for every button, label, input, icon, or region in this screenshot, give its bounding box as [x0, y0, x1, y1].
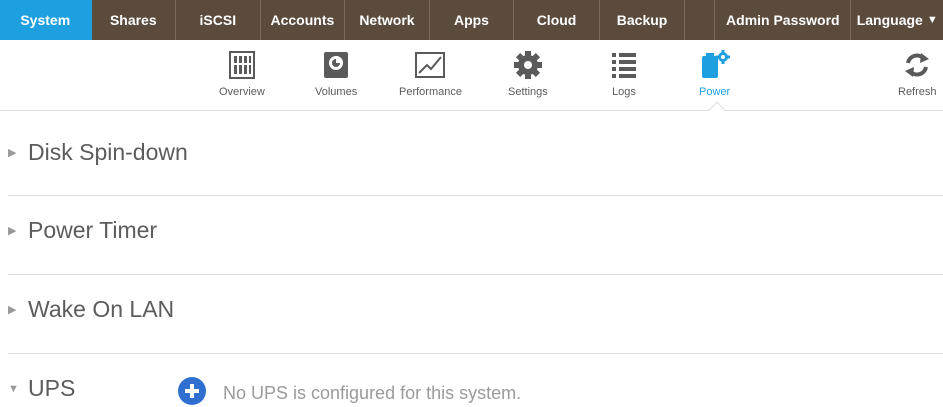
- refresh-icon: [902, 48, 932, 82]
- subnav-settings[interactable]: Settings: [508, 48, 548, 98]
- subnav-label: Logs: [612, 86, 636, 98]
- volumes-icon: [321, 48, 351, 82]
- tab-label: System: [20, 12, 71, 28]
- tab-cloud[interactable]: Cloud: [514, 0, 600, 40]
- subnav-performance[interactable]: Performance: [399, 48, 462, 98]
- tab-label: Shares: [109, 12, 157, 28]
- tab-shares[interactable]: Shares: [92, 0, 177, 40]
- tab-language[interactable]: Language ▼: [851, 0, 943, 40]
- tab-backup[interactable]: Backup: [600, 0, 686, 40]
- subnav-label: Settings: [508, 86, 548, 98]
- tab-label: Cloud: [536, 12, 577, 28]
- tab-apps[interactable]: Apps: [430, 0, 515, 40]
- tab-admin-password[interactable]: Admin Password: [715, 0, 852, 40]
- section-wake-on-lan[interactable]: ▶ Wake On LAN: [8, 296, 943, 323]
- divider: [8, 195, 943, 196]
- sub-nav: Overview Volumes Performance Settings Lo…: [0, 40, 943, 110]
- subnav-label: Power: [699, 86, 731, 98]
- section-title: Disk Spin-down: [28, 139, 188, 165]
- divider: [8, 274, 943, 275]
- caret-down-icon: ▼: [926, 14, 938, 26]
- expanded-arrow-icon: ▼: [8, 382, 19, 395]
- tab-label: Apps: [453, 12, 489, 28]
- subnav-divider: [0, 110, 943, 111]
- collapsed-arrow-icon: ▶: [8, 147, 17, 159]
- collapsed-arrow-icon: ▶: [8, 225, 17, 237]
- ups-status-message: No UPS is configured for this system.: [223, 383, 522, 403]
- tab-system[interactable]: System: [0, 0, 92, 40]
- subnav-label: Volumes: [315, 86, 358, 98]
- plus-circle-icon[interactable]: [178, 377, 206, 405]
- power-icon: [700, 48, 730, 82]
- subnav-power[interactable]: Power: [699, 48, 730, 98]
- tab-blank[interactable]: [685, 0, 716, 40]
- tab-label: Accounts: [270, 12, 335, 28]
- subnav-logs[interactable]: Logs: [609, 48, 639, 98]
- tab-label: Network: [359, 12, 415, 28]
- subnav-volumes[interactable]: Volumes: [315, 48, 357, 98]
- tab-label: Backup: [616, 12, 668, 28]
- section-disk-spin-down[interactable]: ▶ Disk Spin-down: [8, 139, 943, 166]
- subnav-refresh[interactable]: Refresh: [898, 48, 937, 98]
- list-icon: [609, 48, 639, 82]
- section-title: Power Timer: [28, 217, 158, 243]
- tab-network[interactable]: Network: [345, 0, 430, 40]
- tab-label: iSCSI: [199, 12, 237, 28]
- tab-label: Language: [856, 12, 923, 28]
- section-title: Wake On LAN: [28, 296, 175, 322]
- tab-label: Admin Password: [726, 12, 840, 28]
- section-power-timer[interactable]: ▶ Power Timer: [8, 217, 943, 244]
- top-nav: System Shares iSCSI Accounts Network App…: [0, 0, 943, 40]
- subnav-label: Performance: [399, 86, 462, 98]
- performance-icon: [415, 48, 446, 82]
- subnav-overview[interactable]: Overview: [219, 48, 265, 98]
- tab-accounts[interactable]: Accounts: [261, 0, 346, 40]
- section-title: UPS: [28, 375, 76, 401]
- tab-iscsi[interactable]: iSCSI: [176, 0, 261, 40]
- subnav-label: Refresh: [898, 86, 937, 98]
- overview-icon: [227, 48, 257, 82]
- divider: [8, 353, 943, 354]
- collapsed-arrow-icon: ▶: [8, 304, 17, 316]
- gear-icon: [513, 48, 543, 82]
- subnav-label: Overview: [219, 86, 265, 98]
